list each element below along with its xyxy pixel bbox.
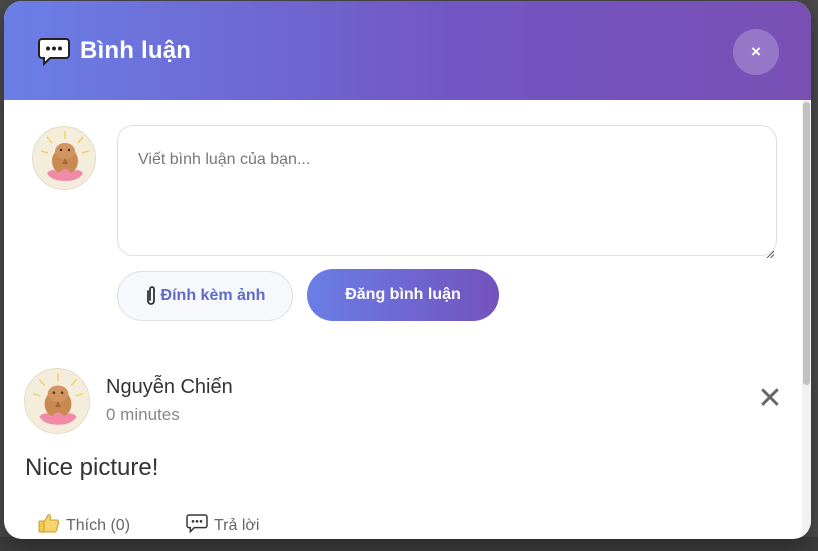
reply-button[interactable]: Trả lời	[186, 513, 259, 538]
like-label: Thích (0)	[66, 516, 131, 534]
attach-label: Đính kèm ảnh	[160, 287, 266, 304]
modal-header: Bình luận ×	[4, 1, 811, 100]
thumbs-up-icon	[38, 513, 66, 538]
modal-body: Đính kèm ảnh Đăng bình luận Nguyễn Chiến…	[4, 100, 811, 539]
modal-title: Bình luận	[80, 36, 192, 64]
resize-handle[interactable]	[766, 245, 775, 259]
scrollbar-thumb[interactable]	[803, 102, 810, 385]
comment-input[interactable]	[117, 125, 777, 256]
backdrop	[0, 537, 818, 551]
comment-timestamp: 0 minutes	[106, 405, 180, 424]
speech-bubble-icon	[38, 36, 70, 66]
comments-modal: Bình luận × Viết bình luận của bạn... Đí…	[4, 1, 811, 539]
attach-image-button[interactable]: Đính kèm ảnh	[117, 271, 293, 321]
paperclip-icon	[145, 285, 157, 307]
speech-bubble-icon	[186, 513, 214, 538]
avatar	[24, 368, 90, 434]
reply-label: Trả lời	[214, 516, 260, 534]
delete-comment-button[interactable]: ✕	[756, 384, 784, 414]
scrollbar[interactable]	[802, 100, 811, 539]
avatar	[32, 126, 96, 190]
post-comment-button[interactable]: Đăng bình luận	[307, 269, 499, 321]
like-button[interactable]: Thích (0)	[38, 513, 130, 538]
comment-text: Nice picture!	[25, 454, 159, 481]
comment-author: Nguyễn Chiến	[106, 376, 233, 398]
close-button[interactable]: ×	[733, 29, 779, 75]
